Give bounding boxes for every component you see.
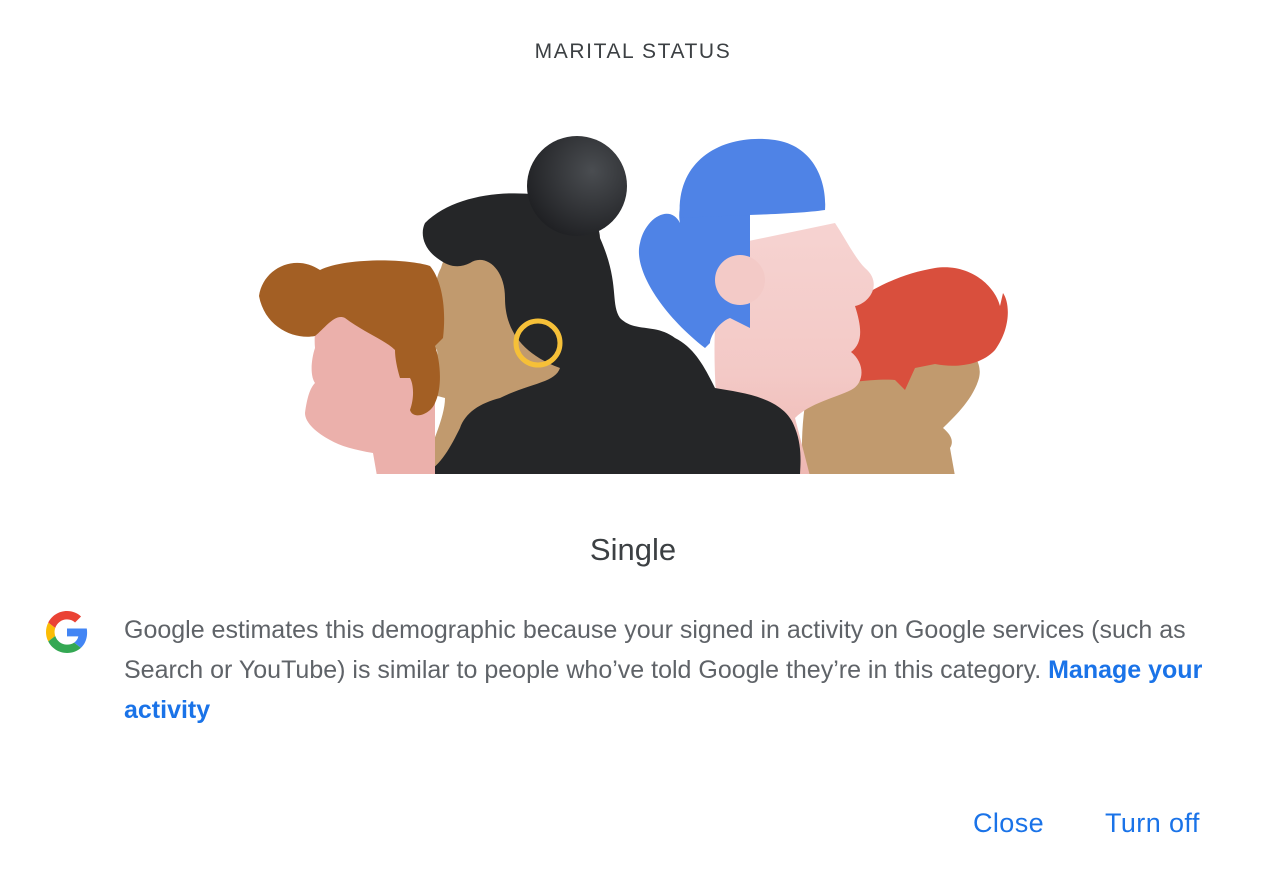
google-g-icon (46, 611, 88, 653)
turn-off-button[interactable]: Turn off (1105, 808, 1200, 839)
demographic-dialog: MARITAL STATUS Single Google estimates t… (0, 0, 1266, 884)
demographic-explanation: Google estimates this demographic becaus… (124, 610, 1244, 730)
explanation-text: Google estimates this demographic becaus… (124, 616, 1186, 684)
demographic-value: Single (589, 532, 677, 567)
people-illustration (259, 136, 1008, 474)
person-left-figure (259, 260, 445, 474)
close-button[interactable]: Close (973, 808, 1044, 839)
category-title: MARITAL STATUS (534, 40, 732, 63)
